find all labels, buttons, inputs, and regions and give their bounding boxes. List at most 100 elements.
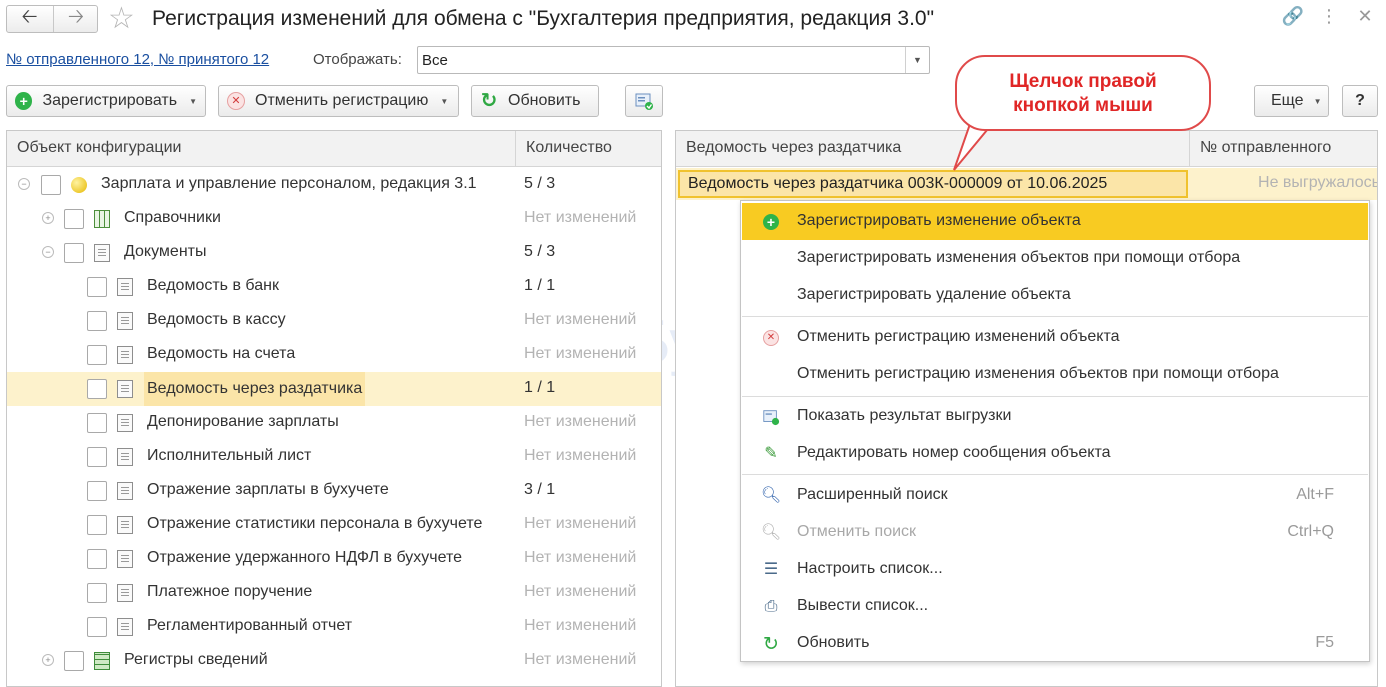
document-icon [117, 414, 133, 432]
collapse-icon[interactable]: − [18, 178, 30, 190]
display-select-value: Все [422, 52, 448, 69]
row-checkbox[interactable] [87, 345, 107, 365]
menu-separator [742, 316, 1368, 317]
tree-row[interactable]: Ведомость на счета Нет изменений [7, 338, 661, 372]
favorite-star-icon[interactable]: ☆ [108, 2, 135, 36]
configuration-icon [71, 177, 87, 193]
row-checkbox[interactable] [87, 583, 107, 603]
refresh-button[interactable]: ↻ Обновить [471, 85, 599, 117]
tree-row[interactable]: Регламентированный отчет Нет изменений [7, 610, 661, 644]
tree-row[interactable]: Ведомость в кассу Нет изменений [7, 304, 661, 338]
tree-row[interactable]: − Зарплата и управление персоналом, реда… [7, 168, 661, 202]
tree-row[interactable]: Депонирование зарплаты Нет изменений [7, 406, 661, 440]
dropdown-arrow-icon[interactable]: ▼ [905, 47, 929, 73]
tree-row[interactable]: − Документы 5 / 3 [7, 236, 661, 270]
menu-item-label: Зарегистрировать изменение объекта [797, 212, 1081, 229]
row-checkbox[interactable] [41, 175, 61, 195]
menu-item-edit-message-number[interactable]: ✎ Редактировать номер сообщения объекта [742, 435, 1368, 472]
row-checkbox[interactable] [87, 447, 107, 467]
document-icon [94, 244, 110, 262]
row-count: 5 / 3 [524, 175, 556, 192]
column-document[interactable]: Ведомость через раздатчика [676, 131, 1189, 167]
object-row[interactable]: Ведомость через раздатчика 003К-000009 о… [676, 168, 1377, 200]
row-checkbox[interactable] [87, 549, 107, 569]
row-label: Исполнительный лист [147, 447, 312, 464]
row-count: Нет изменений [524, 345, 637, 362]
cancel-x-icon: ✕ [227, 92, 245, 110]
row-checkbox[interactable] [64, 651, 84, 671]
menu-item-cancel-search[interactable]: 🔍︎ Отменить поиск Ctrl+Q [742, 514, 1368, 551]
menu-item-print-list[interactable]: ⎙ Вывести список... [742, 588, 1368, 625]
plus-circle-icon: + [15, 92, 33, 110]
cancel-registration-label: Отменить регистрацию [255, 92, 429, 109]
expand-icon[interactable]: + [42, 654, 54, 666]
row-checkbox[interactable] [64, 209, 84, 229]
export-result-button[interactable] [625, 85, 663, 117]
row-count: Нет изменений [524, 617, 637, 634]
more-label: Еще [1271, 92, 1304, 109]
row-checkbox[interactable] [64, 243, 84, 263]
tree-row[interactable]: + Справочники Нет изменений [7, 202, 661, 236]
row-checkbox[interactable] [87, 617, 107, 637]
tree-row[interactable]: Исполнительный лист Нет изменений [7, 440, 661, 474]
more-button[interactable]: Еще ▼ [1254, 85, 1329, 117]
menu-separator [742, 474, 1368, 475]
row-checkbox[interactable] [87, 413, 107, 433]
column-sent-number[interactable]: № отправленного [1189, 131, 1377, 167]
menu-item-label: Зарегистрировать изменения объектов при … [797, 249, 1241, 266]
menu-item-advanced-search[interactable]: 🔍︎ Расширенный поиск Alt+F [742, 477, 1368, 514]
document-icon [117, 618, 133, 636]
row-label: Депонирование зарплаты [147, 413, 339, 430]
menu-item-refresh[interactable]: ↻ Обновить F5 [742, 625, 1368, 662]
row-label: Документы [124, 243, 207, 260]
tree-row[interactable]: + Регистры сведений Нет изменений [7, 644, 661, 678]
row-checkbox[interactable] [87, 277, 107, 297]
tree-row-selected[interactable]: Ведомость через раздатчика 1 / 1 [7, 372, 661, 406]
export-icon [635, 93, 653, 110]
row-checkbox[interactable] [87, 311, 107, 331]
row-label: Ведомость на счета [147, 345, 296, 362]
register-button[interactable]: + Зарегистрировать ▼ [6, 85, 206, 117]
close-icon[interactable]: ✕ [1352, 6, 1378, 27]
row-label: Регламентированный отчет [147, 617, 353, 634]
column-object[interactable]: Объект конфигурации [7, 131, 515, 167]
back-arrow-icon[interactable]: 🡠 [7, 6, 52, 32]
column-count[interactable]: Количество [515, 131, 661, 167]
nav-buttons: 🡠 🡢 [6, 5, 98, 33]
tree-row[interactable]: Отражение удержанного НДФЛ в бухучете Не… [7, 542, 661, 576]
menu-item-shortcut: Ctrl+Q [1287, 523, 1334, 540]
tree-row[interactable]: Платежное поручение Нет изменений [7, 576, 661, 610]
callout-line-2: кнопкой мыши [1013, 95, 1153, 116]
display-select[interactable]: Все ▼ [417, 46, 930, 74]
menu-item-register-by-filter[interactable]: Зарегистрировать изменения объектов при … [742, 240, 1368, 277]
menu-item-configure-list[interactable]: ☰ Настроить список... [742, 551, 1368, 588]
annotation-callout: Щелчок правой кнопкой мыши [955, 55, 1211, 131]
menu-item-label: Настроить список... [797, 560, 943, 577]
document-icon [117, 312, 133, 330]
tree-row[interactable]: Отражение статистики персонала в бухучет… [7, 508, 661, 542]
title-bar: 🡠 🡢 ☆ Регистрация изменений для обмена с… [0, 0, 1386, 40]
row-checkbox[interactable] [87, 515, 107, 535]
menu-item-cancel-registration[interactable]: ✕ Отменить регистрацию изменений объекта [742, 319, 1368, 356]
cancel-x-icon: ✕ [762, 329, 780, 347]
tree-row[interactable]: Отражение зарплаты в бухучете 3 / 1 [7, 474, 661, 508]
row-label: Ведомость в банк [147, 277, 279, 294]
menu-item-register-deletion[interactable]: Зарегистрировать удаление объекта [742, 277, 1368, 314]
expand-icon[interactable]: + [42, 212, 54, 224]
forward-arrow-icon[interactable]: 🡢 [53, 6, 98, 32]
search-icon: 🔍︎ [760, 487, 782, 504]
link-icon[interactable]: 🔗 [1280, 6, 1306, 27]
more-vertical-icon[interactable]: ⋮ [1316, 6, 1342, 27]
help-button[interactable]: ? [1342, 85, 1378, 117]
menu-item-cancel-by-filter[interactable]: Отменить регистрацию изменения объектов … [742, 356, 1368, 393]
row-checkbox[interactable] [87, 481, 107, 501]
cancel-registration-button[interactable]: ✕ Отменить регистрацию ▼ [218, 85, 459, 117]
row-count: Нет изменений [524, 413, 637, 430]
tree-row[interactable]: Ведомость в банк 1 / 1 [7, 270, 661, 304]
row-checkbox[interactable] [87, 379, 107, 399]
object-cell[interactable]: Ведомость через раздатчика 003К-000009 о… [678, 170, 1188, 198]
collapse-icon[interactable]: − [42, 246, 54, 258]
menu-item-show-export-result[interactable]: Показать результат выгрузки [742, 398, 1368, 435]
message-numbers-link[interactable]: № отправленного 12, № принятого 12 [6, 51, 269, 68]
menu-item-register-change[interactable]: + Зарегистрировать изменение объекта [742, 203, 1368, 240]
